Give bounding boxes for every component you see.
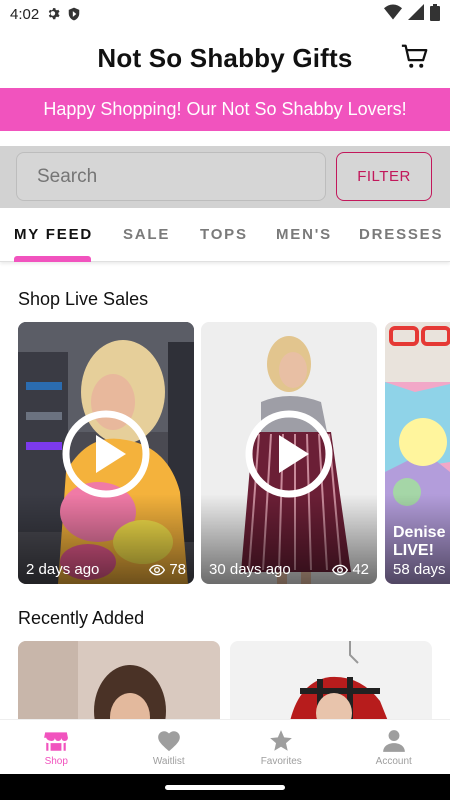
heart-icon [157, 731, 180, 752]
product-image [18, 641, 220, 721]
tab-tops[interactable]: TOPS [200, 226, 248, 243]
eye-icon [332, 564, 349, 575]
card-views: 78 [169, 561, 186, 578]
card-views: 42 [352, 561, 369, 578]
cart-button[interactable] [400, 42, 430, 72]
system-gesture-bar [0, 774, 450, 800]
product-image [230, 641, 432, 721]
eye-icon [149, 564, 166, 575]
bottom-nav: Shop Waitlist Favorites Account [0, 719, 450, 774]
nav-waitlist[interactable]: Waitlist [113, 720, 226, 774]
gear-icon [47, 7, 61, 21]
card-time: 30 days ago [209, 561, 291, 578]
nav-account[interactable]: Account [338, 720, 450, 774]
status-bar: 4:02 [0, 0, 450, 28]
search-input[interactable] [16, 152, 326, 201]
store-icon [44, 732, 69, 751]
tab-my-feed[interactable]: MY FEED [14, 226, 93, 243]
nav-label: Account [375, 756, 412, 767]
tab-mens[interactable]: MEN'S [276, 226, 332, 243]
live-sale-card[interactable]: 2 days ago 78 [18, 322, 194, 584]
nav-label: Waitlist [152, 756, 185, 767]
promo-banner: Happy Shopping! Our Not So Shabby Lovers… [0, 88, 450, 131]
live-sale-card[interactable]: Denise LIVE! 58 days [385, 322, 450, 584]
tab-indicator [14, 256, 91, 262]
gesture-handle[interactable] [165, 785, 285, 790]
shield-icon [67, 7, 81, 21]
product-card[interactable] [230, 641, 432, 721]
section-title-live-sales: Shop Live Sales [18, 289, 149, 309]
tab-dresses[interactable]: DRESSES [359, 226, 443, 243]
cart-icon [401, 44, 428, 68]
wifi-icon [384, 4, 402, 24]
filter-button[interactable]: FILTER [336, 152, 432, 201]
play-icon [245, 410, 333, 498]
status-time: 4:02 [10, 5, 40, 23]
person-icon [382, 730, 405, 752]
play-icon [62, 410, 150, 498]
card-time: 58 days [393, 561, 446, 578]
app-header: Not So Shabby Gifts [0, 28, 450, 88]
section-title-recently-added: Recently Added [18, 608, 145, 628]
nav-shop[interactable]: Shop [0, 720, 113, 774]
card-time: 2 days ago [26, 561, 100, 578]
search-area: FILTER [0, 146, 450, 208]
tab-sale[interactable]: SALE [123, 226, 170, 243]
category-tabs: MY FEED SALE TOPS MEN'S DRESSES [0, 208, 450, 262]
star-icon [270, 730, 293, 751]
battery-icon [430, 3, 440, 25]
nav-label: Favorites [260, 756, 302, 767]
page-title: Not So Shabby Gifts [97, 42, 353, 73]
nav-favorites[interactable]: Favorites [225, 720, 338, 774]
card-title: Denise LIVE! [393, 524, 446, 559]
nav-label: Shop [44, 756, 68, 767]
banner-text: Happy Shopping! Our Not So Shabby Lovers… [43, 99, 407, 119]
live-sale-card[interactable]: 30 days ago 42 [201, 322, 377, 584]
signal-icon [408, 4, 424, 24]
product-card[interactable] [18, 641, 220, 721]
